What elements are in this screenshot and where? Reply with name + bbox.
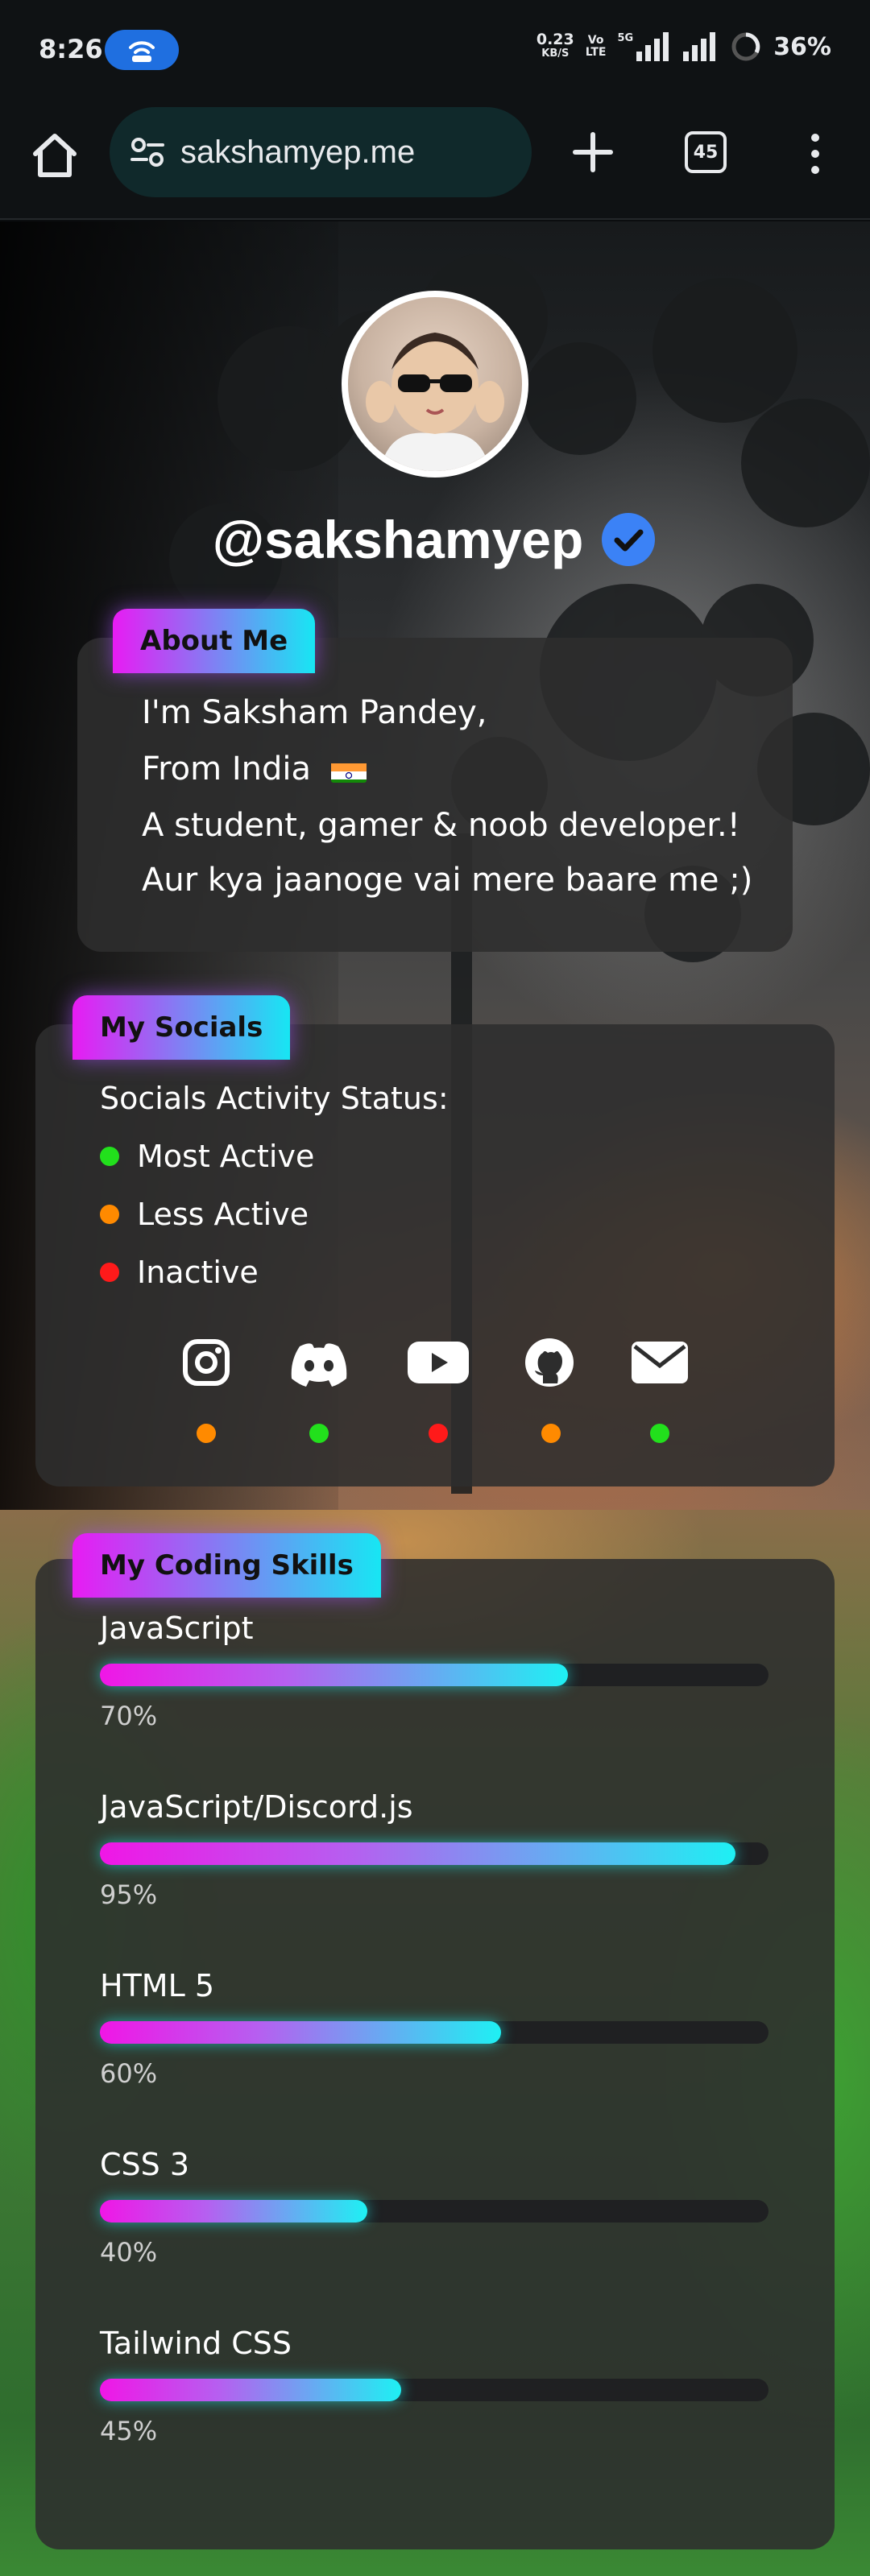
legend-label: Most Active — [137, 1139, 315, 1174]
youtube-status-dot — [429, 1424, 448, 1443]
verified-badge-icon — [602, 513, 656, 566]
legend-most-active: Most Active — [100, 1139, 314, 1174]
net-speed: 0.23 KB/S — [536, 32, 574, 61]
profile-header: @sakshamyep — [0, 509, 870, 570]
signal-icon-2 — [683, 32, 716, 61]
browser-toolbar: sakshamyep.me 45 — [0, 101, 870, 220]
volte-bottom: LTE — [585, 46, 607, 59]
legend-less-active: Less Active — [100, 1197, 309, 1232]
skill-percent: 45% — [100, 2416, 158, 2446]
skill-bar-fill — [100, 2021, 501, 2044]
skill-percent: 60% — [100, 2058, 158, 2089]
skills-card: My Coding Skills JavaScript 70% JavaScri… — [35, 1533, 835, 2549]
skill-track — [100, 1842, 768, 1865]
tab-switcher-icon[interactable]: 45 — [685, 131, 727, 173]
network-type: 5G — [617, 32, 634, 44]
net-speed-value: 0.23 — [536, 31, 574, 48]
legend-dot-orange — [100, 1205, 119, 1224]
skill-name: HTML 5 — [100, 1968, 214, 2003]
socials-tag: My Socials — [72, 995, 291, 1060]
skill-track — [100, 2021, 768, 2044]
username: @sakshamyep — [212, 510, 584, 569]
skill-bar-fill — [100, 1842, 735, 1865]
legend-label: Less Active — [137, 1197, 309, 1232]
status-time: 8:26 — [39, 34, 103, 64]
url-text: sakshamyep.me — [180, 134, 416, 170]
net-speed-unit: KB/S — [541, 48, 570, 60]
socials-status-title: Socials Activity Status: — [100, 1081, 449, 1116]
discord-icon[interactable] — [287, 1338, 351, 1390]
india-flag-icon — [330, 759, 367, 783]
about-line-4: Aur kya jaanoge vai mere baare me ;) — [142, 862, 753, 899]
hotspot-pill[interactable] — [105, 30, 179, 70]
discord-status-dot — [309, 1424, 329, 1443]
legend-label: Inactive — [137, 1255, 259, 1290]
avatar — [342, 291, 528, 478]
github-status-dot — [541, 1424, 561, 1443]
home-icon[interactable] — [29, 130, 81, 181]
volte-indicator: Vo LTE — [586, 35, 607, 59]
skill-name: Tailwind CSS — [100, 2326, 292, 2361]
tab-count: 45 — [693, 142, 719, 163]
avatar-photo — [366, 333, 504, 471]
skill-track — [100, 2379, 768, 2401]
more-menu-icon[interactable] — [806, 130, 825, 178]
battery-level: 36% — [773, 32, 831, 61]
skill-track — [100, 2200, 768, 2222]
skill-bar-fill — [100, 1664, 568, 1686]
new-tab-icon[interactable] — [570, 130, 615, 175]
url-bar[interactable]: sakshamyep.me — [110, 107, 532, 197]
legend-inactive: Inactive — [100, 1255, 259, 1290]
instagram-icon[interactable] — [180, 1337, 232, 1388]
email-icon[interactable] — [632, 1342, 688, 1383]
hotspot-icon — [129, 41, 155, 62]
about-line-2-text: From India — [142, 750, 311, 788]
skill-name: JavaScript/Discord.js — [100, 1789, 413, 1825]
about-card: About Me I'm Saksham Pandey, From India … — [77, 609, 793, 952]
about-line-3: A student, gamer & noob developer.! — [142, 807, 740, 844]
about-tag: About Me — [113, 609, 316, 673]
github-icon[interactable] — [524, 1337, 575, 1388]
skills-tag: My Coding Skills — [72, 1533, 381, 1598]
skill-percent: 95% — [100, 1879, 158, 1910]
socials-card: My Socials Socials Activity Status: Most… — [35, 995, 835, 1486]
status-bar: 8:26 0.23 KB/S Vo LTE 5G 36% — [0, 0, 870, 101]
about-line-2: From India — [142, 750, 367, 788]
skill-percent: 70% — [100, 1701, 158, 1731]
skill-bar-fill — [100, 2379, 401, 2401]
legend-dot-red — [100, 1263, 119, 1282]
skill-name: CSS 3 — [100, 2147, 190, 2182]
instagram-status-dot — [197, 1424, 216, 1443]
site-settings-icon[interactable] — [129, 134, 166, 171]
skill-bar-fill — [100, 2200, 367, 2222]
legend-dot-green — [100, 1147, 119, 1166]
status-right: 0.23 KB/S Vo LTE 5G 36% — [536, 31, 831, 63]
skill-track — [100, 1664, 768, 1686]
signal-icon — [636, 32, 669, 61]
signal-5g: 5G — [617, 32, 672, 61]
about-line-1: I'm Saksham Pandey, — [142, 694, 487, 731]
skill-name: JavaScript — [100, 1611, 254, 1646]
battery-icon — [731, 32, 760, 61]
volte-top: Vo — [587, 34, 604, 47]
skill-percent: 40% — [100, 2237, 158, 2268]
email-status-dot — [650, 1424, 669, 1443]
youtube-icon[interactable] — [408, 1342, 469, 1383]
